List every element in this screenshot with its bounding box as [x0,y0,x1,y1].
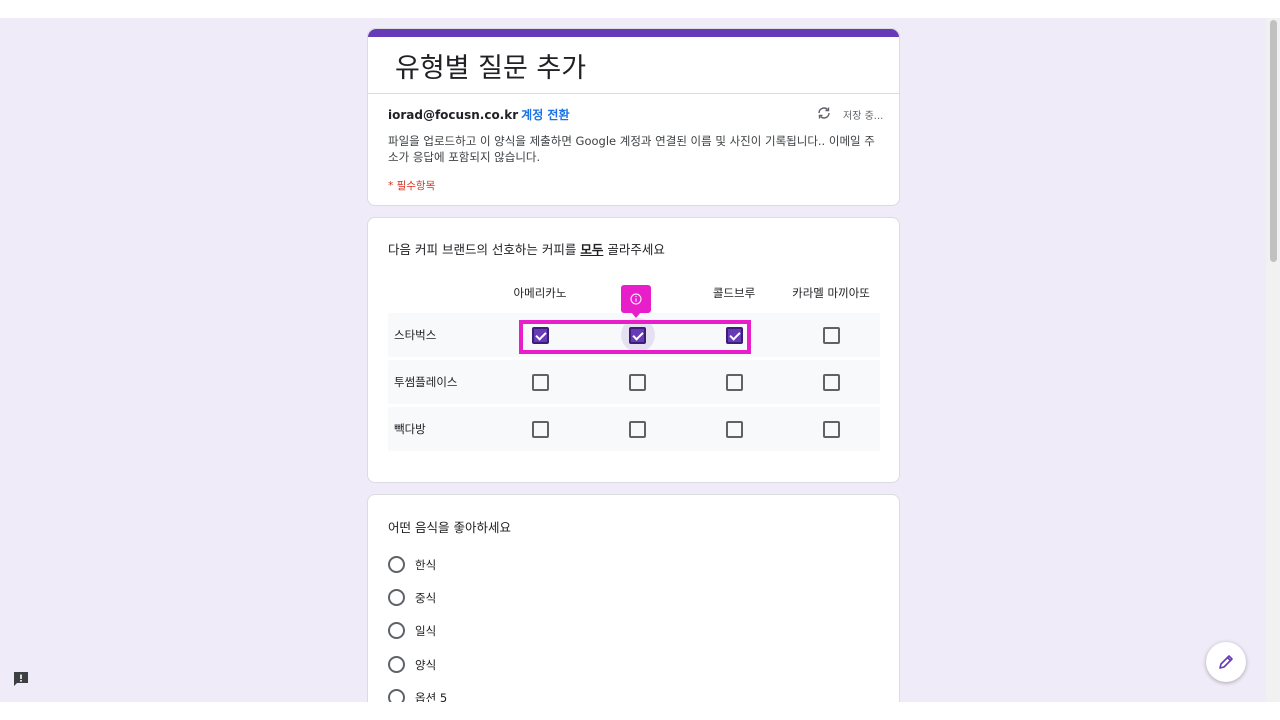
required-note: * 필수항목 [388,180,436,192]
row-label: 스타벅스 [394,328,437,342]
radio-label: 옵션 5 [415,691,448,702]
form-viewport: 유형별 질문 추가 iorad@focusn.co.kr 계정 전환 저장 중..… [0,18,1266,702]
radio-label: 중식 [415,591,437,605]
checkbox-paik-americano[interactable] [532,421,549,438]
account-info: iorad@focusn.co.kr 계정 전환 [388,106,570,123]
column-header-cold-brew: 콜드브루 [712,286,756,300]
feedback-icon[interactable] [12,670,30,688]
radio-label: 일식 [415,624,437,638]
pencil-icon [1219,655,1233,669]
tutorial-info-bubble [621,285,651,318]
checkbox-grid-question-card: 다음 커피 브랜드의 선호하는 커피를 모두 골라주세요 아메리카노 콜드브루 … [367,217,900,483]
radio-label: 양식 [415,658,437,672]
checkbox-paik-cold-brew[interactable] [726,421,743,438]
radio-button[interactable] [388,589,405,606]
switch-account-link[interactable]: 계정 전환 [521,108,569,122]
multiple-choice-question-card: 어떤 음식을 좋아하세요 한식 중식 일식 양식 옵션 5 [367,494,900,702]
accent-bar [368,29,899,37]
radio-button[interactable] [388,656,405,673]
checkbox-twosome-col2[interactable] [629,374,646,391]
checkbox-paik-caramel-macchiato[interactable] [823,421,840,438]
question-title-prefix: 다음 커피 브랜드의 선호하는 커피를 [388,242,581,257]
question-title: 다음 커피 브랜드의 선호하는 커피를 모두 골라주세요 [388,239,665,258]
form-title: 유형별 질문 추가 [395,53,587,84]
form-header-card: 유형별 질문 추가 iorad@focusn.co.kr 계정 전환 저장 중..… [367,28,900,206]
info-icon [630,293,642,305]
bottom-bar [0,702,1280,720]
account-email: iorad@focusn.co.kr [388,108,519,122]
grid-row-twosome: 투썸플레이스 [388,360,880,404]
radio-button[interactable] [388,556,405,573]
edit-fab-button[interactable] [1206,642,1246,682]
checkbox-starbucks-caramel-macchiato[interactable] [823,327,840,344]
checkbox-twosome-americano[interactable] [532,374,549,391]
saving-status: 저장 중... [843,111,884,122]
row-label: 빽다방 [394,422,426,436]
question-title-emphasis: 모두 [580,242,604,257]
question-title: 어떤 음식을 좋아하세요 [388,520,511,535]
scrollbar-thumb[interactable] [1270,20,1277,262]
divider [368,93,899,94]
radio-button[interactable] [388,689,405,702]
checkbox-twosome-cold-brew[interactable] [726,374,743,391]
sync-icon [818,107,830,119]
row-label: 투썸플레이스 [394,375,458,389]
column-header-caramel-macchiato: 카라멜 마끼아또 [792,286,870,300]
question-title-suffix: 골라주세요 [603,242,665,257]
form-description: 파일을 업로드하고 이 양식을 제출하면 Google 계정과 연결된 이름 및… [388,134,875,164]
vertical-scrollbar[interactable] [1266,18,1280,702]
radio-button[interactable] [388,622,405,639]
checkbox-paik-col2[interactable] [629,421,646,438]
radio-label: 한식 [415,558,437,572]
column-header-americano: 아메리카노 [513,286,567,300]
checkbox-twosome-caramel-macchiato[interactable] [823,374,840,391]
tutorial-highlight-box [519,320,751,354]
grid-row-paikdabang: 빽다방 [388,407,880,451]
